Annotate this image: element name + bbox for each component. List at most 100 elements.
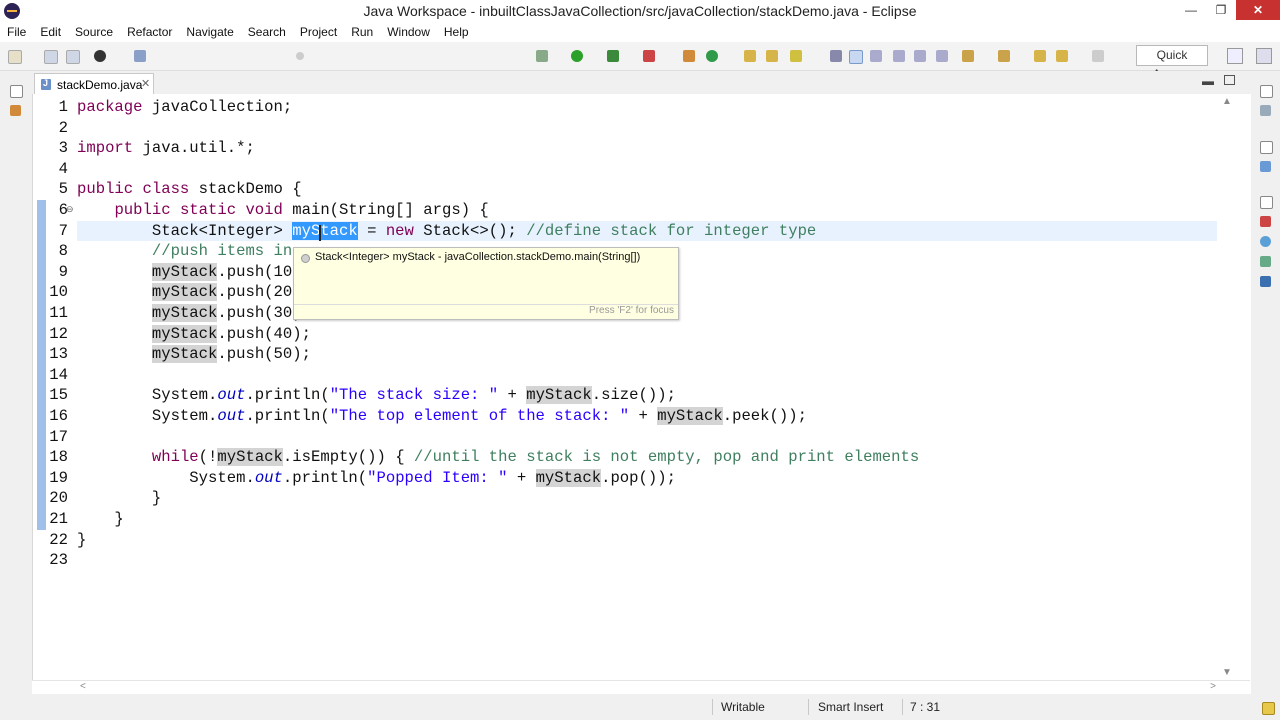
restore-button[interactable]: ❐ <box>1206 0 1236 20</box>
tab-close-icon[interactable]: ✕ <box>141 77 150 90</box>
code-line-9[interactable]: myStack.push(10 <box>77 262 292 283</box>
word-wrap-icon[interactable] <box>870 50 882 62</box>
status-insert-mode[interactable]: Smart Insert <box>818 700 883 714</box>
menu-window[interactable]: Window <box>380 25 437 39</box>
code-line-1[interactable]: package javaCollection; <box>77 97 292 118</box>
java-file-icon <box>41 78 51 90</box>
menu-bar: File Edit Source Refactor Navigate Searc… <box>0 22 1280 42</box>
search-icon[interactable] <box>790 50 802 62</box>
toggle-highlight-icon[interactable] <box>849 50 863 64</box>
debug-perspective-icon[interactable] <box>94 50 106 62</box>
save-icon[interactable] <box>44 50 58 64</box>
skip-breakpoints-icon[interactable] <box>134 50 146 62</box>
next-annotation-icon[interactable] <box>962 50 974 62</box>
back-icon[interactable] <box>1056 50 1068 62</box>
open-perspective-icon[interactable] <box>1227 48 1243 64</box>
code-line-12[interactable]: myStack.push(40); <box>77 324 311 345</box>
javadoc-icon[interactable] <box>1260 236 1271 247</box>
horizontal-scrollbar[interactable]: < > <box>32 680 1250 695</box>
notifications-icon[interactable] <box>1262 702 1275 715</box>
scroll-right-icon[interactable]: > <box>1210 681 1216 692</box>
forward-icon[interactable] <box>1092 50 1104 62</box>
fold-toggle-icon[interactable]: ⊖ <box>66 204 74 215</box>
line-number: 11 <box>49 304 68 322</box>
outline-icon[interactable] <box>1260 161 1271 172</box>
status-bar: Writable Smart Insert 7 : 31 <box>0 694 1280 720</box>
minimize-editor-icon[interactable]: ▬ <box>1202 74 1214 88</box>
coverage-icon[interactable] <box>607 50 619 62</box>
new-file-icon[interactable] <box>8 50 22 64</box>
line-number: 4 <box>58 159 68 178</box>
declaration-icon[interactable] <box>1260 256 1271 267</box>
vertical-scrollbar[interactable]: ▲ ▼ <box>1220 94 1234 680</box>
maximize-editor-icon[interactable] <box>1224 75 1235 85</box>
code-line-19[interactable]: System.out.println("Popped Item: " + myS… <box>77 468 676 489</box>
line-number: 5 <box>58 180 68 199</box>
left-trim <box>0 71 32 720</box>
save-all-icon[interactable] <box>66 50 80 64</box>
previous-annotation-icon[interactable] <box>998 50 1010 62</box>
mouse-cursor-icon <box>319 225 321 241</box>
debug-icon[interactable] <box>536 50 548 62</box>
restore-view-icon[interactable] <box>1260 196 1273 209</box>
scroll-down-icon[interactable]: ▼ <box>1222 667 1232 678</box>
code-line-5[interactable]: public class stackDemo { <box>77 179 302 200</box>
scroll-up-icon[interactable]: ▲ <box>1222 96 1232 107</box>
toggle-mark-occurrences-icon[interactable] <box>830 50 842 62</box>
restore-view-icon[interactable] <box>1260 141 1273 154</box>
open-task-icon[interactable] <box>766 50 778 62</box>
show-whitespace-icon[interactable] <box>914 50 926 62</box>
external-tools-icon[interactable] <box>643 50 655 62</box>
breakpoint-icon[interactable] <box>296 52 304 60</box>
code-line-13[interactable]: myStack.push(50); <box>77 344 311 365</box>
menu-navigate[interactable]: Navigate <box>179 25 240 39</box>
quick-access-field[interactable]: Quick Access <box>1136 45 1208 81</box>
code-line-22[interactable]: } <box>77 530 86 551</box>
new-java-package-icon[interactable] <box>683 50 695 62</box>
code-line-15[interactable]: System.out.println("The stack size: " + … <box>77 385 676 406</box>
code-line-11[interactable]: myStack.push(30); <box>77 303 311 324</box>
menu-edit[interactable]: Edit <box>33 25 68 39</box>
scope-indicator <box>37 200 46 530</box>
scroll-left-icon[interactable]: < <box>80 681 86 692</box>
task-list-icon[interactable] <box>1260 105 1271 116</box>
code-line-3[interactable]: import java.util.*; <box>77 138 255 159</box>
open-type-icon[interactable] <box>744 50 756 62</box>
menu-help[interactable]: Help <box>437 25 476 39</box>
new-java-class-icon[interactable] <box>706 50 718 62</box>
menu-source[interactable]: Source <box>68 25 120 39</box>
menu-refactor[interactable]: Refactor <box>120 25 179 39</box>
menu-run[interactable]: Run <box>344 25 380 39</box>
code-line-20[interactable]: } <box>77 488 161 509</box>
line-number: 23 <box>49 551 68 570</box>
pilcrow-icon[interactable] <box>936 50 948 62</box>
hover-tooltip[interactable]: Stack<Integer> myStack - javaCollection.… <box>293 247 679 320</box>
code-line-8[interactable]: //push items in <box>77 241 292 262</box>
last-edit-icon[interactable] <box>1034 50 1046 62</box>
line-number: 7 <box>58 221 68 240</box>
tooltip-text: Stack<Integer> myStack - javaCollection.… <box>315 251 641 263</box>
java-perspective-icon[interactable] <box>1256 48 1272 64</box>
line-number: 3 <box>58 139 68 158</box>
restore-view-icon[interactable] <box>10 85 23 98</box>
code-line-10[interactable]: myStack.push(20 <box>77 282 292 303</box>
run-icon[interactable] <box>571 50 583 62</box>
code-line-7[interactable]: Stack<Integer> myStack = new Stack<>(); … <box>77 221 816 242</box>
block-selection-icon[interactable] <box>893 50 905 62</box>
menu-search[interactable]: Search <box>241 25 293 39</box>
main-toolbar <box>0 42 1280 71</box>
package-explorer-icon[interactable] <box>10 105 21 116</box>
tab-stackdemo-java[interactable]: stackDemo.java ✕ <box>34 73 154 95</box>
code-line-6[interactable]: public static void main(String[] args) { <box>77 200 488 221</box>
code-line-16[interactable]: System.out.println("The top element of t… <box>77 406 807 427</box>
minimize-button[interactable]: — <box>1176 0 1206 20</box>
code-line-21[interactable]: } <box>77 509 123 530</box>
console-icon[interactable] <box>1260 276 1271 287</box>
close-button[interactable]: ✕ <box>1236 0 1280 20</box>
problems-icon[interactable] <box>1260 216 1271 227</box>
restore-view-icon[interactable] <box>1260 85 1273 98</box>
menu-project[interactable]: Project <box>293 25 344 39</box>
code-line-18[interactable]: while(!myStack.isEmpty()) { //until the … <box>77 447 919 468</box>
line-number: 16 <box>49 407 68 425</box>
menu-file[interactable]: File <box>0 25 33 39</box>
